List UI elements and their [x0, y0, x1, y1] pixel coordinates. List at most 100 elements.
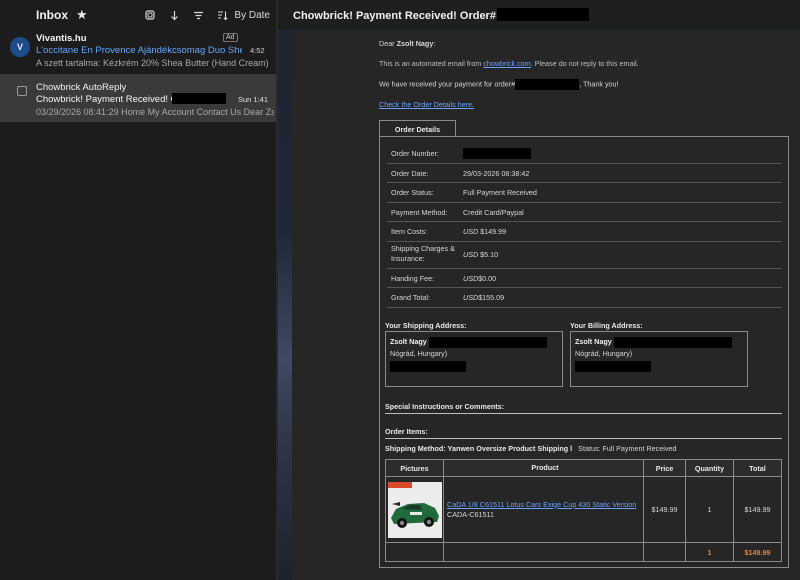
list-item-selected[interactable]: Chowbrick AutoReply Chowbrick! Payment R…	[0, 74, 278, 122]
detail-row: Handing Fee: USD$0.00	[387, 269, 782, 288]
billing-address-box: Zsolt Nagy Nógrád, Hungary)	[570, 331, 748, 387]
redaction-bar	[172, 93, 226, 104]
note-prefix: This is an automated email from	[379, 59, 484, 68]
detail-label: Order Number:	[391, 149, 439, 158]
detail-value: Full Payment Received	[463, 188, 537, 197]
detail-row: Shipping Charges & Insurance: USD $5.10	[387, 242, 782, 269]
address-region: Nógrád, Hungary)	[390, 349, 448, 358]
address-redacted-line	[575, 360, 743, 372]
list-item[interactable]: V Vivantis.hu Ad L'occitane En Provence …	[0, 30, 278, 72]
column-header: Total	[749, 463, 766, 473]
select-mode-icon[interactable]	[144, 9, 156, 21]
currency-code: USD	[463, 249, 479, 259]
message-list: Inbox ★ By Date V Vivantis.hu Ad L'occit…	[0, 0, 278, 580]
email-subject: Chowbrick! Payment Received! Order#	[293, 8, 589, 22]
tab-order-details[interactable]: Order Details	[379, 120, 456, 137]
sort-label[interactable]: By Date	[234, 10, 270, 21]
amount: $0.00	[478, 273, 497, 283]
detail-row: Order Status: Full Payment Received	[387, 183, 782, 203]
column-header: Price	[644, 460, 686, 476]
detail-value: USD$0.00	[463, 274, 496, 283]
detail-label: Payment Method:	[391, 207, 448, 217]
list-toolbar: By Date	[144, 9, 270, 21]
table-row: CaDA 1/8 C61511 Lotus Cars Exige Cup 430…	[386, 477, 781, 543]
section-divider	[385, 438, 782, 439]
price-cell: $149.99	[644, 477, 686, 542]
detail-row: Payment Method: Credit Card/Paypal	[387, 203, 782, 222]
amount: $5.10	[478, 249, 499, 259]
footer-cell	[644, 543, 686, 561]
address-name: Zsolt Nagy	[575, 337, 612, 346]
folder-title: Inbox	[36, 8, 68, 22]
product-sku: CADA-C61511	[447, 509, 495, 519]
total-cell: $149.99	[744, 505, 771, 514]
background-wallpaper	[278, 0, 292, 580]
detail-row: Grand Total: USD$155.09	[387, 288, 782, 308]
detail-value: 29/03-2026 08:38:42	[463, 168, 530, 178]
message-time: Sun 1:41	[238, 95, 269, 104]
sort-icon[interactable]	[216, 9, 228, 21]
product-link[interactable]: CaDA 1/8 C61511 Lotus Cars Exige Cup 430…	[447, 500, 636, 510]
column-header: Pictures	[386, 460, 444, 476]
order-details-link[interactable]: Check the Order Details here.	[379, 100, 474, 109]
message-preview: 03/29/2026 08:41:29 Home My Account Cont…	[36, 107, 274, 117]
detail-label: Handing Fee:	[391, 273, 435, 283]
greeting-name: Zsolt Nagy	[396, 39, 434, 48]
greeting-suffix: :	[433, 39, 436, 48]
message-preview: A szett tartalma: Kézkrém 20% Shea Butte…	[36, 58, 272, 68]
currency-code: USD	[463, 273, 479, 283]
order-details-panel: Order Number: Order Date: 29/03-2026 08:…	[379, 136, 789, 568]
address-name: Zsolt Nagy	[390, 337, 427, 346]
detail-label: Order Date:	[391, 168, 429, 178]
message-time: 4:52	[250, 46, 265, 55]
greeting: Dear Zsolt Nagy:	[379, 39, 435, 48]
avatar: V	[10, 37, 30, 57]
billing-address-title: Your Billing Address:	[570, 321, 643, 330]
product-image[interactable]	[387, 481, 442, 538]
footer-total: $149.99	[744, 547, 771, 557]
email-subject-text: Chowbrick! Payment Received! Order#	[293, 10, 496, 22]
redaction-bar	[496, 8, 589, 21]
order-items-title: Order Items:	[385, 427, 428, 436]
currency-code: USD	[463, 227, 479, 236]
detail-label: Grand Total:	[391, 293, 431, 302]
detail-label: Item Costs:	[391, 227, 428, 236]
payment-prefix: We have received your payment for order#	[379, 79, 516, 89]
filter-icon[interactable]	[192, 9, 204, 21]
shipping-address-title: Your Shipping Address:	[385, 321, 467, 330]
redaction-bar	[515, 79, 580, 90]
quantity-cell: 1	[686, 477, 734, 542]
greeting-prefix: Dear	[379, 39, 397, 48]
column-header: Product	[444, 460, 644, 476]
special-instructions-title: Special Instructions or Comments:	[385, 402, 505, 411]
detail-value: USD$155.09	[463, 293, 504, 302]
email-body: Dear Zsolt Nagy: This is an automated em…	[292, 32, 800, 580]
table-footer: 1 $149.99	[386, 543, 781, 561]
detail-value: Credit Card/Paypal	[463, 207, 524, 217]
redaction-bar	[463, 147, 531, 159]
picture-cell	[386, 477, 444, 542]
shipping-method-label: Shipping Method: Yanwen Oversize Product…	[385, 444, 573, 453]
site-link[interactable]: chowbrick.com	[483, 59, 531, 68]
redaction-bar	[428, 336, 547, 348]
detail-label: Order Status:	[391, 188, 434, 197]
favorite-star-icon[interactable]: ★	[76, 7, 88, 23]
footer-cell	[386, 543, 444, 561]
message-checkbox[interactable]	[17, 86, 27, 96]
amount: $149.99	[478, 227, 507, 236]
order-details-table: Order Number: Order Date: 29/03-2026 08:…	[387, 144, 782, 308]
product-cell: CaDA 1/8 C61511 Lotus Cars Exige Cup 430…	[444, 477, 644, 542]
redaction-bar	[575, 360, 651, 372]
address-name-line: Zsolt Nagy	[390, 336, 558, 348]
detail-value	[463, 147, 531, 159]
address-redacted-line	[390, 360, 558, 372]
detail-label: Shipping Charges & Insurance:	[391, 243, 455, 263]
message-sender: Vivantis.hu	[36, 33, 87, 44]
detail-row: Item Costs: USD $149.99	[387, 222, 782, 242]
section-divider	[385, 413, 782, 414]
address-name-line: Zsolt Nagy	[575, 336, 743, 348]
currency-code: USD	[463, 293, 479, 302]
shipping-method: Shipping Method: Yanwen Oversize Product…	[385, 444, 676, 453]
detail-value: USD $149.99	[463, 227, 506, 236]
jump-icon[interactable]	[168, 9, 180, 21]
